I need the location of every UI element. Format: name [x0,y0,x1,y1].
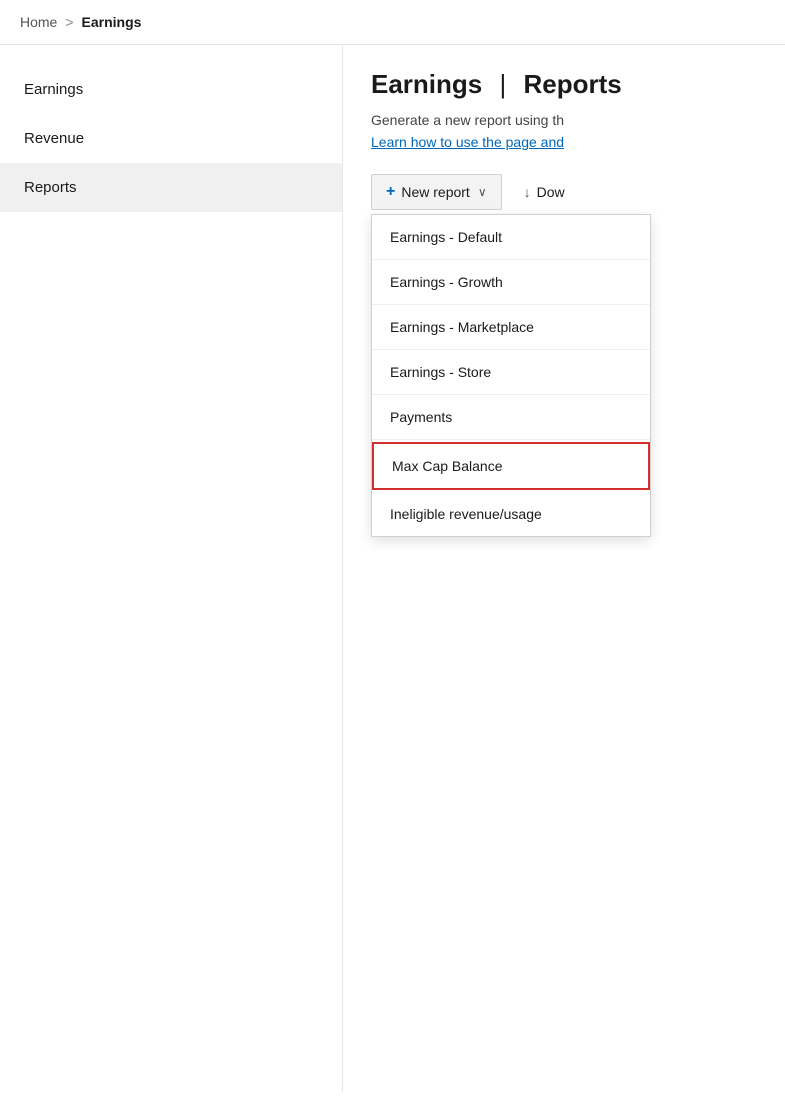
dropdown-item-max-cap-balance[interactable]: Max Cap Balance [372,442,650,490]
learn-link[interactable]: Learn how to use the page and [371,134,757,150]
dropdown-item-earnings-store[interactable]: Earnings - Store [372,350,650,395]
dropdown-item-payments[interactable]: Payments [372,395,650,440]
dropdown-item-earnings-growth[interactable]: Earnings - Growth [372,260,650,305]
download-label: Dow [537,184,565,200]
dropdown-item-earnings-default[interactable]: Earnings - Default [372,215,650,260]
new-report-button[interactable]: + New report ∨ [371,174,502,210]
sidebar-item-label: Earnings [24,81,83,98]
toolbar: + New report ∨ ↓ Dow Earnings - Default … [371,174,757,210]
breadcrumb-separator: > [65,14,73,30]
breadcrumb: Home > Earnings [0,0,785,45]
page-title: Earnings | Reports [371,69,757,100]
plus-icon: + [386,183,395,201]
page-title-right: Reports [523,69,621,99]
page-title-separator: | [492,69,513,99]
sidebar-item-label: Reports [24,179,77,196]
sidebar-item-revenue[interactable]: Revenue [0,114,342,163]
page-description: Generate a new report using th [371,112,757,128]
sidebar-item-label: Revenue [24,130,84,147]
download-button[interactable]: ↓ Dow [514,176,575,208]
dropdown-item-ineligible-revenue[interactable]: Ineligible revenue/usage [372,492,650,536]
sidebar-item-reports[interactable]: Reports [0,163,342,212]
sidebar-item-earnings[interactable]: Earnings [0,65,342,114]
main-layout: Earnings Revenue Reports Earnings | Repo… [0,45,785,1092]
main-content: Earnings | Reports Generate a new report… [343,45,785,1092]
dropdown-menu: Earnings - Default Earnings - Growth Ear… [371,214,651,537]
download-icon: ↓ [524,184,531,200]
dropdown-item-earnings-marketplace[interactable]: Earnings - Marketplace [372,305,650,350]
breadcrumb-current: Earnings [82,14,142,30]
breadcrumb-home[interactable]: Home [20,14,57,30]
new-report-label: New report [401,184,469,200]
page-title-left: Earnings [371,69,482,99]
chevron-down-icon: ∨ [478,185,487,199]
sidebar: Earnings Revenue Reports [0,45,343,1092]
